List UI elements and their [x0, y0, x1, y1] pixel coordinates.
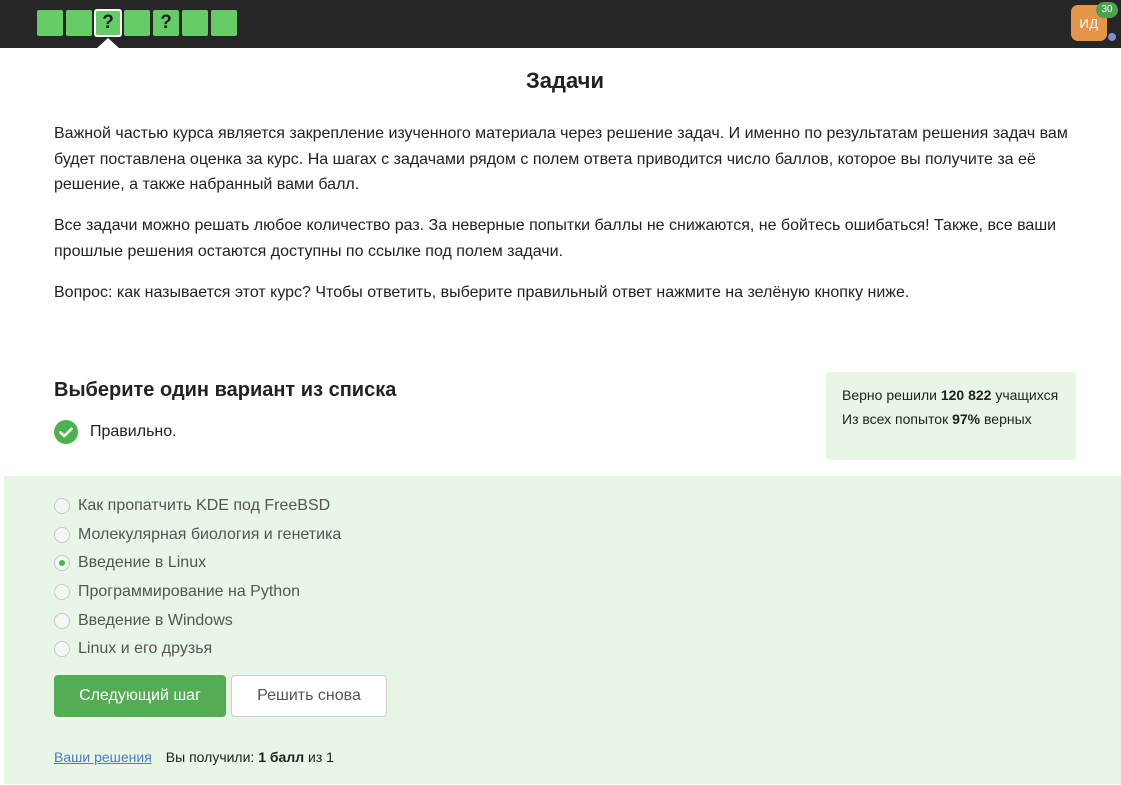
answer-option[interactable]: Программирование на Python	[54, 578, 341, 607]
solved-stat: Верно решили 120 822 учащихся	[842, 385, 1060, 405]
step-5[interactable]: ?	[153, 10, 179, 36]
score-text: Вы получили: 1 балл из 1	[166, 749, 334, 765]
answer-option-selected[interactable]: Введение в Linux	[54, 549, 341, 578]
answer-options-list: Как пропатчить KDE под FreeBSD Молекуляр…	[54, 492, 341, 664]
page-title: Задачи	[526, 68, 604, 93]
step-1[interactable]	[37, 10, 63, 36]
result-text: Правильно.	[90, 423, 177, 440]
intro-paragraph-1: Важной частью курса является закрепление…	[54, 125, 1068, 193]
attempts-stat: Из всех попыток 97% верных	[842, 409, 1060, 429]
step-3-current[interactable]: ?	[94, 9, 122, 37]
option-label: Как пропатчить KDE под FreeBSD	[78, 497, 331, 515]
step-progress-bar: ? ?	[37, 9, 237, 37]
attempts-percent: 97%	[952, 411, 981, 427]
submission-footer: Ваши решения Вы получили: 1 балл из 1	[54, 749, 334, 765]
solved-suffix: учащихся	[995, 387, 1059, 403]
current-step-pointer-icon	[97, 38, 119, 48]
score-prefix: Вы получили:	[165, 749, 255, 765]
step-7[interactable]	[211, 10, 237, 36]
step-6[interactable]	[182, 10, 208, 36]
radio-button[interactable]	[54, 612, 70, 629]
your-solutions-link[interactable]: Ваши решения	[54, 749, 152, 765]
answer-option[interactable]: Linux и его друзья	[54, 635, 341, 664]
option-label: Введение в Linux	[78, 554, 207, 572]
attempts-prefix: Из всех попыток	[842, 411, 949, 427]
next-step-button[interactable]: Следующий шаг	[54, 675, 226, 717]
intro-paragraph-2: Все задачи можно решать любое количество…	[54, 217, 1057, 260]
score-suffix: из 1	[308, 749, 334, 765]
answer-option[interactable]: Молекулярная биология и генетика	[54, 521, 341, 550]
solve-again-button[interactable]: Решить снова	[231, 675, 387, 717]
option-label: Linux и его друзья	[78, 640, 213, 658]
radio-button[interactable]	[54, 498, 70, 515]
result-status: Правильно.	[54, 420, 177, 444]
radio-button[interactable]	[54, 641, 70, 658]
top-navigation-bar: ? ? ИД 30	[0, 0, 1121, 48]
check-circle-icon	[54, 420, 78, 444]
solved-count: 120 822	[940, 387, 992, 403]
score-value: 1 балл	[258, 749, 305, 765]
option-label: Молекулярная биология и генетика	[78, 525, 342, 543]
solved-prefix: Верно решили	[842, 387, 937, 403]
attempts-suffix: верных	[984, 411, 1032, 427]
quiz-heading: Выберите один вариант из списка	[54, 379, 397, 401]
option-label: Введение в Windows	[78, 611, 233, 629]
answer-option[interactable]: Как пропатчить KDE под FreeBSD	[54, 492, 341, 521]
question-paragraph: Вопрос: как называется этот курс? Чтобы …	[54, 284, 910, 301]
step-4[interactable]	[124, 10, 150, 36]
step-2[interactable]	[66, 10, 92, 36]
online-status-dot-icon	[1108, 33, 1116, 41]
radio-button[interactable]	[54, 526, 70, 543]
stats-box: Верно решили 120 822 учащихся Из всех по…	[826, 372, 1076, 460]
option-label: Программирование на Python	[78, 583, 300, 601]
radio-button[interactable]	[54, 584, 70, 601]
notification-badge: 30	[1096, 2, 1118, 18]
radio-button-checked[interactable]	[54, 555, 70, 572]
answer-option[interactable]: Введение в Windows	[54, 606, 341, 635]
